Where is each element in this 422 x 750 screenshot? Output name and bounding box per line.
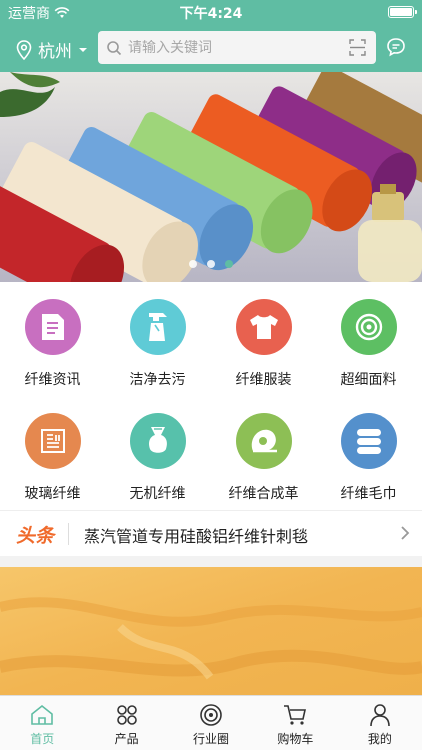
tab-products[interactable]: 产品: [84, 696, 168, 750]
category-label: 纤维服装: [235, 372, 292, 388]
category-label: 纤维毛巾: [340, 486, 397, 502]
carousel-dot[interactable]: [207, 260, 215, 268]
headline-tag: 头条: [16, 525, 55, 547]
category-fiber-towel[interactable]: 纤维毛巾: [316, 396, 421, 510]
category-icon-bg: [129, 299, 186, 355]
promo-image[interactable]: [0, 567, 422, 695]
tab-label: 产品: [114, 732, 139, 746]
divider: [68, 523, 69, 545]
status-bar: 运营商 下午4:24: [0, 0, 422, 24]
profile-icon: [370, 704, 390, 727]
category-label: 超细面料: [340, 372, 397, 388]
category-glass-fiber[interactable]: 玻璃纤维: [0, 396, 105, 510]
cart-icon: [284, 705, 307, 725]
carousel-dot-active[interactable]: [225, 260, 233, 268]
status-time: 下午4:24: [179, 6, 243, 22]
headline-news-bar[interactable]: 头条 蒸汽管道专用硅酸铝纤维针刺毯: [0, 510, 422, 556]
fabric-roll-icon: [355, 313, 382, 341]
category-label: 玻璃纤维: [24, 486, 81, 502]
tab-profile[interactable]: 我的: [338, 696, 422, 750]
category-fiber-clothing[interactable]: 纤维服装: [211, 282, 316, 396]
chevron-down-icon: [79, 47, 87, 52]
leather-roll-icon: [251, 429, 277, 453]
category-icon-bg: [129, 413, 186, 469]
document-icon: [41, 314, 64, 340]
tab-label: 购物车: [277, 732, 314, 746]
carousel-dot[interactable]: [189, 260, 197, 268]
tab-home[interactable]: 首页: [0, 696, 84, 750]
carousel-dots: [0, 260, 422, 268]
category-icon-bg: [340, 413, 397, 469]
category-grid: 纤维资讯 洁净去污 纤维服装 超细面料 玻璃纤维 无机纤维 纤维合成革 纤维毛巾: [0, 282, 422, 510]
industry-circle-icon: [200, 704, 222, 726]
category-icon-bg: [235, 299, 292, 355]
scan-icon[interactable]: [349, 39, 366, 56]
towels-banner-image: [0, 72, 422, 282]
search-icon: [107, 40, 122, 55]
tab-industry-circle[interactable]: 行业圈: [169, 696, 253, 750]
category-label: 无机纤维: [129, 486, 186, 502]
category-label: 洁净去污: [129, 372, 186, 388]
location-pin-icon: [16, 39, 32, 60]
glass-fiber-icon: [40, 429, 65, 453]
category-label: 纤维合成革: [228, 486, 299, 502]
category-microfiber-fabric[interactable]: 超细面料: [316, 282, 421, 396]
towel-stack-icon: [356, 429, 381, 454]
category-inorganic-fiber[interactable]: 无机纤维: [105, 396, 210, 510]
category-icon-bg: [340, 299, 397, 355]
city-selector[interactable]: 杭州: [16, 37, 88, 62]
yellow-towel-image: [0, 567, 422, 695]
category-synthetic-leather[interactable]: 纤维合成革: [211, 396, 316, 510]
category-icon-bg: [235, 413, 292, 469]
chevron-right-icon[interactable]: [400, 525, 410, 541]
tab-label: 首页: [30, 732, 55, 746]
tab-label: 我的: [367, 732, 392, 746]
message-icon[interactable]: [386, 37, 406, 57]
bottom-tab-bar: 首页 产品 行业圈 购物车 我的: [0, 695, 422, 750]
tshirt-icon: [249, 315, 278, 339]
home-icon: [31, 704, 54, 725]
category-cleaning[interactable]: 洁净去污: [105, 282, 210, 396]
headline-text[interactable]: 蒸汽管道专用硅酸铝纤维针刺毯: [84, 523, 308, 547]
battery-icon: [388, 6, 417, 18]
tab-cart[interactable]: 购物车: [253, 696, 337, 750]
category-icon-bg: [24, 299, 81, 355]
search-box[interactable]: [98, 31, 376, 64]
vase-icon: [148, 427, 167, 453]
spray-bottle-icon: [148, 313, 167, 341]
city-label: 杭州: [38, 42, 72, 62]
search-input[interactable]: [128, 39, 338, 56]
tab-label: 行业圈: [193, 732, 230, 746]
products-icon: [116, 705, 137, 725]
banner-carousel[interactable]: [0, 72, 422, 282]
category-label: 纤维资讯: [24, 372, 81, 388]
category-icon-bg: [24, 413, 81, 469]
category-fiber-news[interactable]: 纤维资讯: [0, 282, 105, 396]
